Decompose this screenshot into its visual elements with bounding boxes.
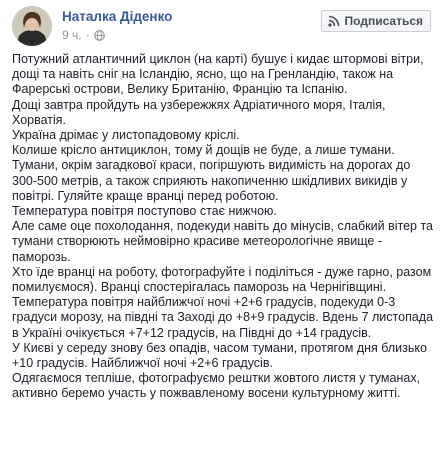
subscribe-label: Подписаться <box>344 14 423 28</box>
post-paragraph: Україна дрімає у листопадовому кріслі. <box>12 128 240 143</box>
post-paragraph: Хто їде вранці на роботу, фотографуйте і… <box>12 264 432 295</box>
globe-icon[interactable] <box>93 29 105 41</box>
post-paragraph: Температура повітря поступово стає нижчо… <box>12 204 277 219</box>
post-header: Наталка Діденко 9 ч. · Подписаться <box>10 0 437 46</box>
author-avatar[interactable] <box>12 6 52 46</box>
avatar-photo-icon <box>12 6 52 46</box>
post-paragraph: Колише крісло антициклон, тому й дощів н… <box>12 143 395 158</box>
post-paragraph: Дощі завтра пройдуть на узбережжях Адріа… <box>12 97 386 127</box>
post-body: Потужний атлантичний циклон (на карті) б… <box>12 52 437 402</box>
subscribe-button[interactable]: Подписаться <box>320 10 431 32</box>
post-paragraph: У Києві у середу знову без опадів, часом… <box>12 340 427 371</box>
post-paragraph: Потужний атлантичний циклон (на карті) б… <box>12 52 424 97</box>
post-paragraph: Одягаємося тепліше, фотографуємо рештки … <box>12 371 421 401</box>
post-paragraph: Але саме оце похолодання, подекуди навіт… <box>12 219 433 264</box>
facebook-post: Наталка Діденко 9 ч. · Подписаться Потуж… <box>0 0 445 450</box>
post-meta: 9 ч. · <box>62 28 105 42</box>
author-name[interactable]: Наталка Діденко <box>62 9 172 24</box>
post-paragraph: Температура повітря найближчої ночі +2+6… <box>12 295 434 340</box>
post-paragraph: Тумани, окрім загадкової краси, погіршую… <box>12 158 411 203</box>
post-timestamp[interactable]: 9 ч. <box>62 28 82 42</box>
rss-icon <box>327 15 339 27</box>
